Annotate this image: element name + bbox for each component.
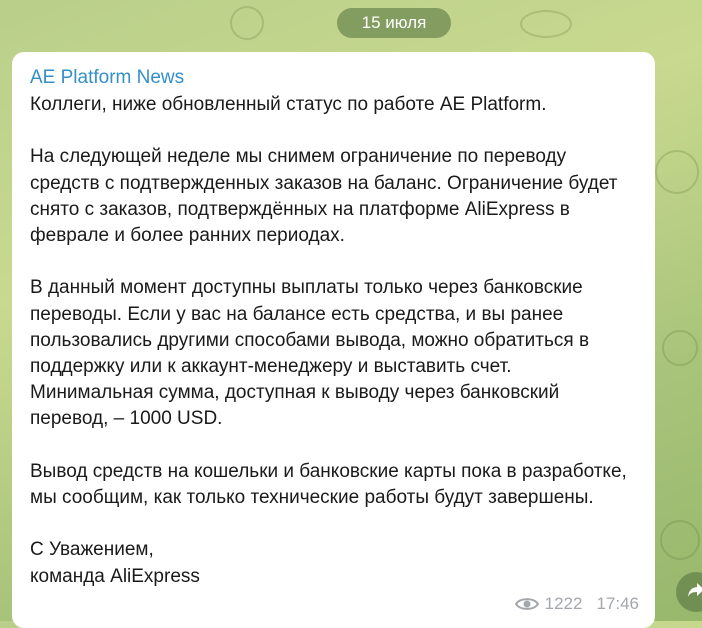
message-meta: 1222 17:46 [514,594,639,614]
message-paragraph: Коллеги, ниже обновленный статус по рабо… [30,94,547,115]
view-count: 1222 [544,594,583,613]
share-button[interactable] [676,572,702,612]
eye-icon [514,596,539,612]
date-separator: 15 июля [337,8,451,38]
message-bubble[interactable]: AE Platform News Коллеги, ниже обновленн… [12,52,655,628]
message-time: 17:46 [596,594,639,613]
message-signature: С Уважением, команда AliExpress [30,539,200,587]
message-paragraph: На следующей неделе мы снимем ограничени… [30,146,618,246]
share-arrow-icon [687,582,702,603]
message-paragraph: Вывод средств на кошельки и банковские к… [30,460,627,508]
message-paragraph: В данный момент доступны выплаты только … [30,277,590,430]
channel-name[interactable]: AE Platform News [30,66,637,90]
